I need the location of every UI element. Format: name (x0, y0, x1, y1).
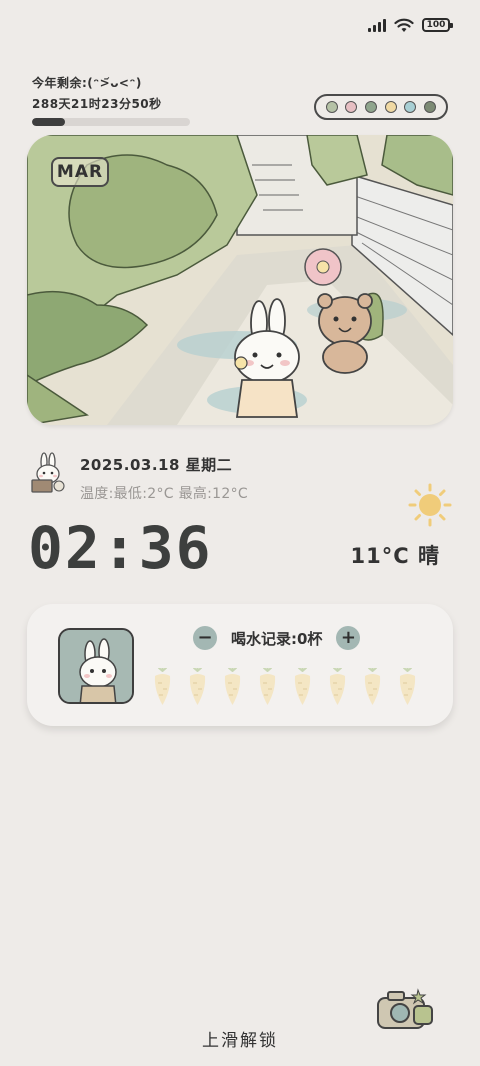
palette-color-dot[interactable] (404, 101, 417, 113)
swipe-unlock-label[interactable]: 上滑解锁 (0, 1026, 480, 1051)
carrot-cup-icon (329, 668, 346, 705)
palette-color-dot[interactable] (384, 101, 397, 113)
year-remaining-widget: 今年剩余:(ᵔ>᷄ᴗ<ᵔ) 288天21时23分50秒 (32, 74, 190, 126)
water-record-label: 喝水记录:0杯 (231, 629, 323, 648)
water-header: − 喝水记录:0杯 + (193, 626, 361, 650)
battery-level: 100 (426, 19, 446, 30)
signal-icon (368, 18, 386, 32)
photo-card[interactable]: MAR (27, 135, 453, 425)
carrot-cup-icon (154, 668, 171, 705)
year-progress-bar (32, 118, 190, 126)
bunny-avatar-icon (60, 630, 132, 702)
carrot-cup-icon (294, 668, 311, 705)
water-decrease-button[interactable]: − (193, 626, 217, 650)
palette-color-dot[interactable] (325, 101, 338, 113)
year-remaining-countdown: 288天21时23分50秒 (32, 97, 162, 111)
status-bar: 100 (368, 14, 453, 36)
month-badge: MAR (51, 157, 109, 187)
water-tracker-card: − 喝水记录:0杯 + (27, 604, 453, 726)
clock-time: 02:36 (28, 514, 213, 582)
year-remaining-title: 今年剩余:(ᵔ>᷄ᴗ<ᵔ) (32, 76, 142, 90)
date-info-row: 2025.03.18 星期二 温度:最低:2°C 最高:12°C (28, 452, 248, 503)
current-weather: 11°C 晴 (350, 544, 440, 568)
water-cups-row (151, 668, 419, 706)
year-progress-fill (32, 118, 66, 126)
water-increase-button[interactable]: + (336, 626, 361, 650)
water-avatar (58, 628, 134, 704)
palette-color-dot[interactable] (424, 101, 437, 113)
sun-icon (408, 483, 452, 527)
carrot-cup-icon (224, 668, 241, 705)
carrot-cup-icon (364, 668, 381, 705)
wifi-icon (394, 18, 414, 32)
color-palette[interactable] (314, 94, 448, 120)
palette-color-dot[interactable] (365, 101, 378, 113)
palette-color-dot[interactable] (345, 101, 358, 113)
temperature-range: 温度:最低:2°C 最高:12°C (80, 486, 248, 502)
carrot-cup-icon (189, 668, 206, 705)
carrot-cup-icon (399, 668, 416, 705)
carrot-cup-icon (259, 668, 276, 705)
bunny-laptop-icon (31, 452, 65, 493)
battery-icon: 100 (422, 18, 453, 32)
date-text: 2025.03.18 星期二 (80, 456, 233, 474)
